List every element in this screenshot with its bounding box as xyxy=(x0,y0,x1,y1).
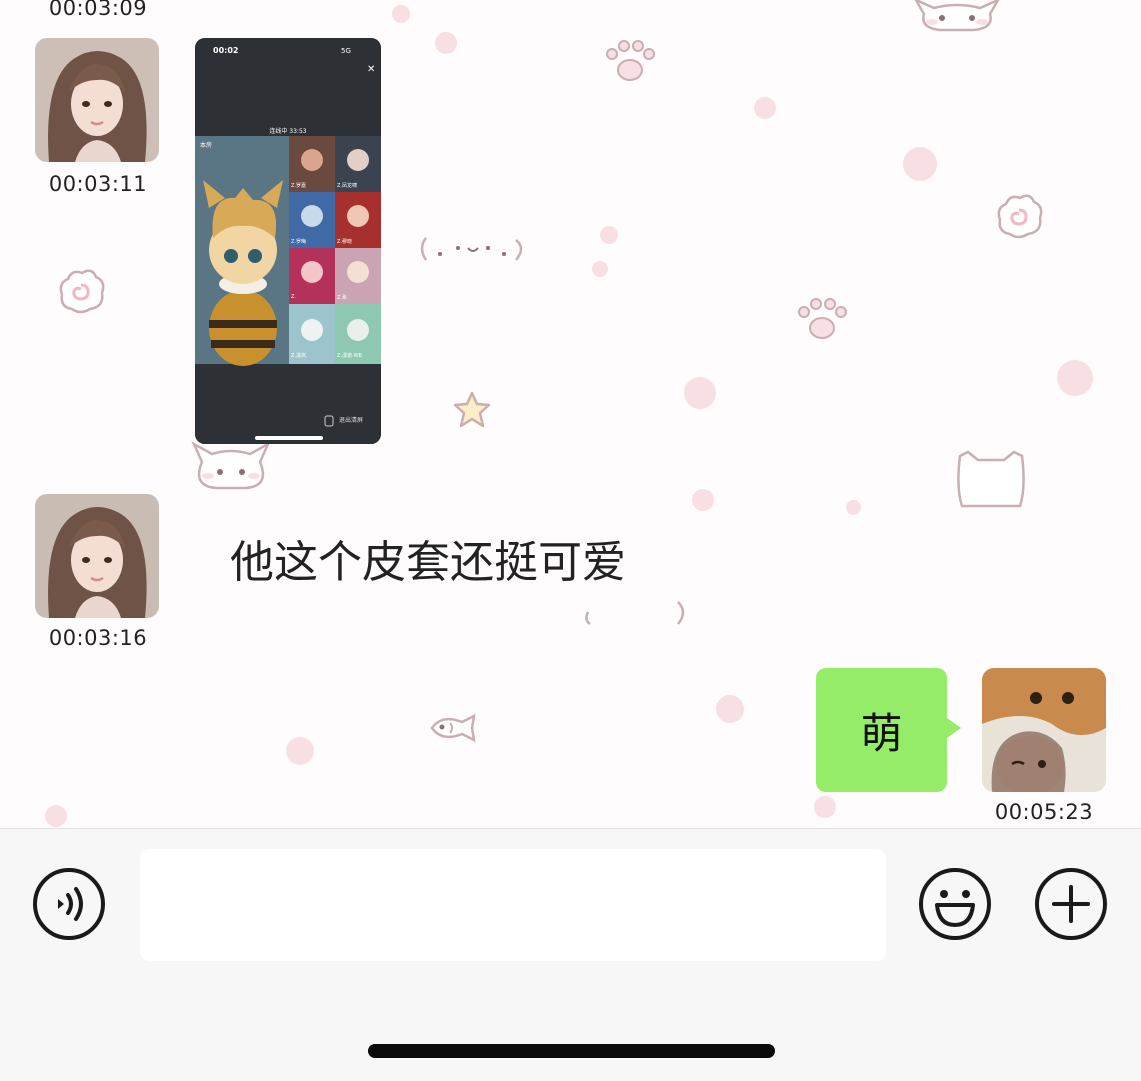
tile-name: Z.罗嘉 xyxy=(291,183,307,189)
phone-status-time: 00:02 xyxy=(213,46,239,55)
pattern-dot xyxy=(286,737,314,765)
pattern-dot xyxy=(716,695,744,723)
chat-area: 00:03:09 00:03:11 00:02 5G ✕ 连线中 33:53 本… xyxy=(0,0,1141,828)
paw-icon xyxy=(606,40,655,81)
contact-avatar[interactable] xyxy=(35,494,159,618)
pattern-dot xyxy=(903,147,937,181)
swirl-bun-icon xyxy=(997,194,1043,239)
phone-signal-label: 5G xyxy=(341,47,351,55)
kaomoji-face-icon xyxy=(585,601,685,626)
tile-name: Z.穆晓 xyxy=(337,239,353,245)
swirl-bun-icon xyxy=(59,269,105,314)
tile-name: Z.漾岚 xyxy=(291,353,307,359)
pattern-dot xyxy=(1057,360,1093,396)
pattern-dot xyxy=(684,377,716,409)
pattern-dot xyxy=(754,97,776,119)
pattern-dot xyxy=(814,796,836,818)
image-message[interactable]: 00:02 5G ✕ 连线中 33:53 本房 Z.罗嘉 Z.凤龙啸 Z.罗晦 … xyxy=(195,38,381,444)
incoming-text-message[interactable]: 他这个皮套还挺可爱 xyxy=(230,526,626,590)
pattern-dot xyxy=(435,32,457,54)
contact-avatar[interactable] xyxy=(35,38,159,162)
corner-tag-label: 本房 xyxy=(200,142,213,149)
tile-name: Z.漾澈.WB xyxy=(337,353,362,359)
pattern-dot xyxy=(592,261,608,277)
exit-clear-screen-label: 退出清屏 xyxy=(339,417,364,424)
tile-name: Z.罗晦 xyxy=(291,239,307,245)
message-timestamp: 00:05:23 xyxy=(994,800,1094,824)
pattern-dot xyxy=(600,226,618,244)
emoji-icon[interactable] xyxy=(918,867,992,941)
tile-name: Z. xyxy=(291,294,297,300)
pattern-dot xyxy=(692,489,714,511)
cat-face-icon xyxy=(191,441,271,490)
close-icon: ✕ xyxy=(367,64,376,75)
fish-icon xyxy=(430,713,476,743)
tile-name: Z.希 xyxy=(337,295,348,301)
pattern-dot xyxy=(846,500,861,515)
message-input[interactable] xyxy=(140,849,886,961)
star-icon xyxy=(453,391,491,428)
user-avatar[interactable] xyxy=(982,668,1106,792)
plus-icon[interactable] xyxy=(1034,867,1108,941)
pattern-dot xyxy=(45,805,67,827)
kaomoji-face-icon xyxy=(420,237,523,261)
tile-name: Z.凤龙啸 xyxy=(337,183,358,189)
chat-input-bar xyxy=(0,828,1141,1081)
message-timestamp: 00:03:09 xyxy=(48,0,148,20)
message-timestamp: 00:03:16 xyxy=(48,626,148,650)
message-timestamp: 00:03:11 xyxy=(48,172,148,196)
stream-status-label: 连线中 33:53 xyxy=(269,128,307,135)
cat-face-icon xyxy=(914,0,1000,32)
pattern-dot xyxy=(392,5,410,23)
paw-icon xyxy=(798,298,847,339)
home-indicator[interactable] xyxy=(368,1044,775,1058)
cat-head-icon xyxy=(957,450,1025,508)
voice-icon[interactable] xyxy=(32,867,106,941)
outgoing-text-message[interactable]: 萌 xyxy=(816,668,961,792)
